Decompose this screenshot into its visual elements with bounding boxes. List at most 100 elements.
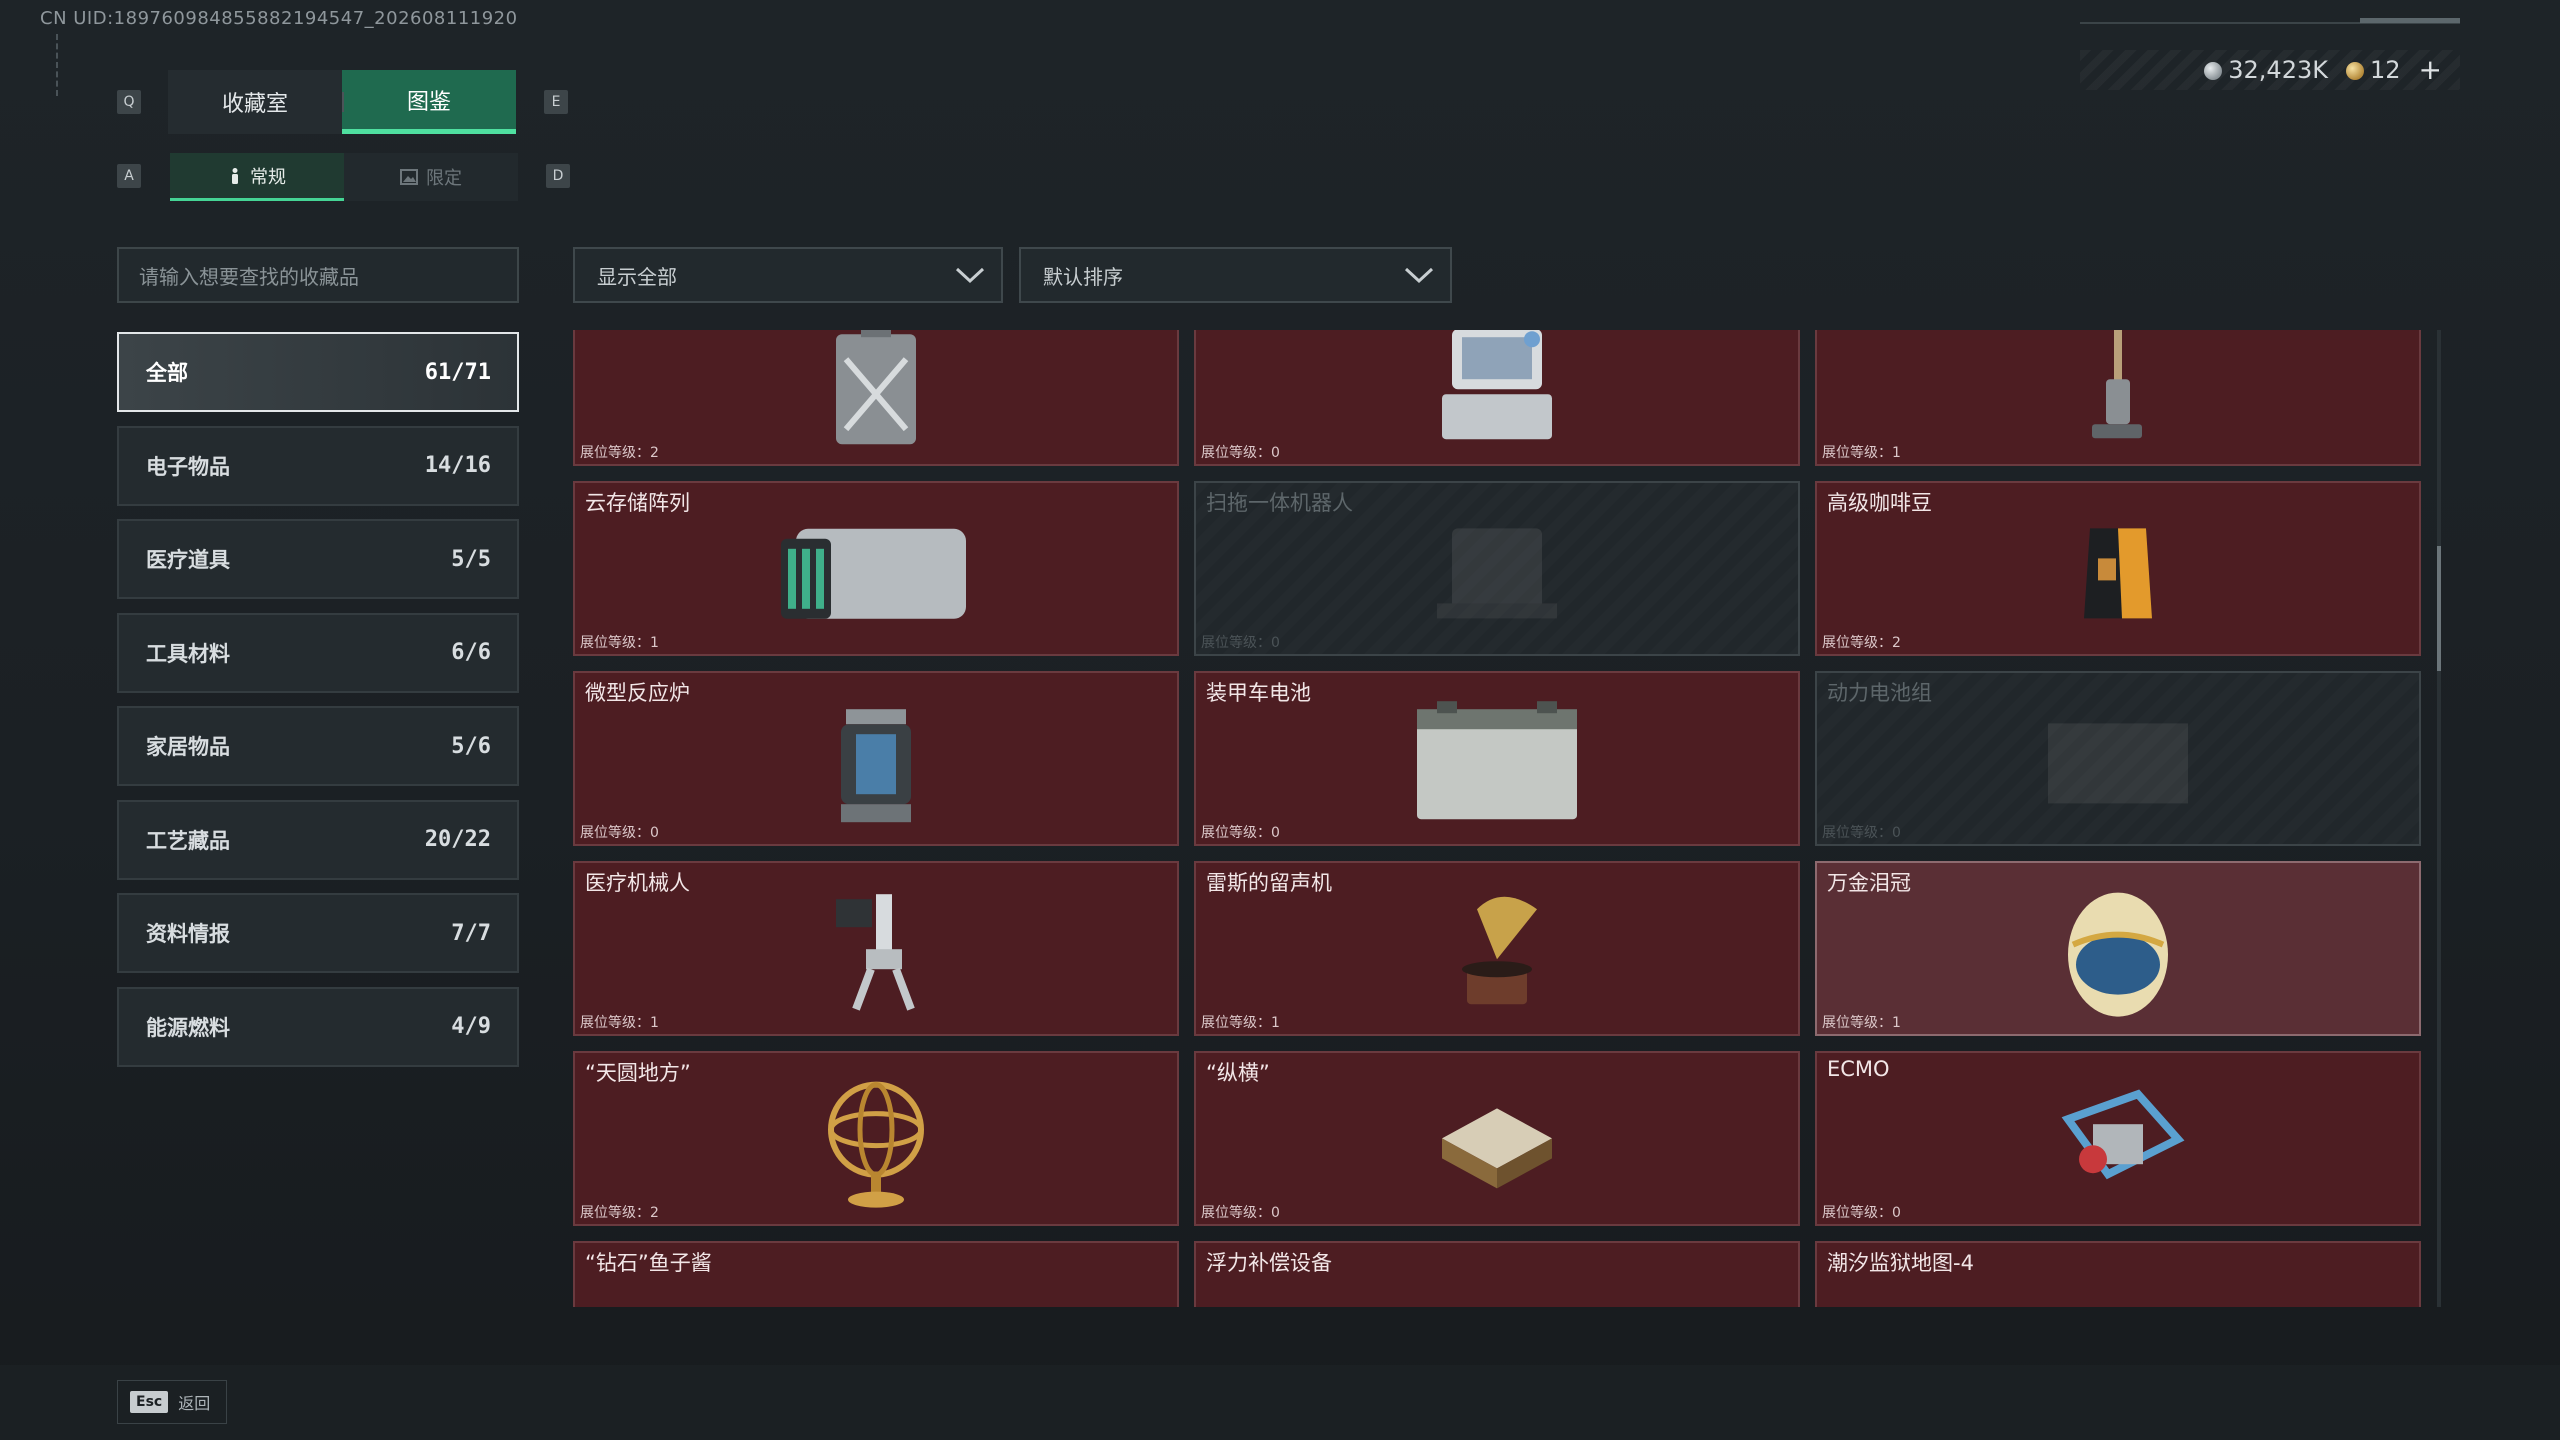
tab-label: 收藏室 [221,92,288,117]
subtab-limited[interactable]: 限定 [344,153,518,201]
collectible-card[interactable]: 展位等级：2 [573,330,1179,466]
collectible-card[interactable]: 医疗机械人 展位等级：1 [573,861,1179,1036]
esc-key: Esc [130,1391,169,1413]
filter-value: 显示全部 [597,264,677,289]
gold-amount: 12 [2369,56,2401,84]
collectible-card[interactable]: 高级咖啡豆 展位等级：2 [1815,481,2421,656]
item-level: 展位等级：0 [1201,635,1280,651]
sort-value: 默认排序 [1043,264,1123,289]
collectible-card[interactable]: 雷斯的留声机 展位等级：1 [1194,861,1800,1036]
category-tools[interactable]: 工具材料 6/6 [117,612,519,693]
category-count: 7/7 [451,920,491,946]
back-label: 返回 [178,1394,211,1413]
category-energy[interactable]: 能源燃料 4/9 [117,986,519,1067]
collectible-card[interactable]: “钻石”鱼子酱 [573,1241,1179,1307]
category-label: 电子物品 [146,454,230,479]
collectible-card[interactable]: 展位等级：1 [1815,330,2421,466]
next-tab-key[interactable]: E [544,90,568,114]
prev-subtab-key[interactable]: A [117,164,141,188]
add-currency-button[interactable]: + [2419,56,2442,84]
figure-icon [232,167,238,184]
category-list: 全部 61/71 电子物品 14/16 医疗道具 5/5 工具材料 6/6 家居物品 5/… [117,332,519,1080]
collectible-card[interactable]: 万金泪冠 展位等级：1 [1815,861,2421,1036]
item-level: 展位等级：0 [1201,1205,1280,1221]
search-placeholder: 请输入想要查找的收藏品 [139,264,359,289]
collectible-card[interactable]: 装甲车电池 展位等级：0 [1194,671,1800,846]
item-level: 展位等级：0 [1201,825,1280,841]
collectible-card-locked[interactable]: 动力电池组 展位等级：0 [1815,671,2421,846]
category-count: 5/5 [451,546,491,572]
category-all[interactable]: 全部 61/71 [117,332,519,412]
search-input[interactable]: 请输入想要查找的收藏品 [117,247,519,303]
tab-catalog[interactable]: 图鉴 [342,70,516,134]
collectible-card[interactable]: 云存储阵列 展位等级：1 [573,481,1179,656]
collectible-card[interactable]: 展位等级：0 [1194,330,1800,466]
collectible-card[interactable]: 浮力补偿设备 [1194,1241,1800,1307]
mop-robot-icon [1437,527,1557,618]
category-label: 工具材料 [146,641,230,666]
item-level: 展位等级：2 [1822,635,1901,651]
sort-dropdown[interactable]: 默认排序 [1019,247,1452,303]
item-name: 微型反应炉 [585,681,690,705]
category-electronics[interactable]: 电子物品 14/16 [117,425,519,506]
collectible-card[interactable]: “天圆地方” 展位等级：2 [573,1051,1179,1226]
item-level: 展位等级：0 [1822,1205,1901,1221]
chessboard-icon [1442,1107,1552,1188]
item-name: 动力电池组 [1827,681,1932,705]
item-level: 展位等级：1 [1822,445,1901,461]
category-label: 资料情报 [146,922,230,946]
scrollbar-track[interactable] [2437,330,2441,1307]
category-count: 61/71 [424,359,491,385]
collectibles-grid: 展位等级：2 展位等级：0 展位等级：1 云存储阵列 展位等级：1 扫拖一体机器… [573,330,2425,1307]
collectible-card[interactable]: ECMO 展位等级：0 [1815,1051,2421,1226]
battery-pack-icon [2048,722,2188,803]
category-crafts[interactable]: 工艺藏品 20/22 [117,799,519,880]
silver-amount: 32,423K [2228,56,2328,84]
collectible-card[interactable]: “纵横” 展位等级：0 [1194,1051,1800,1226]
collectible-card[interactable]: 微型反应炉 展位等级：0 [573,671,1179,846]
item-level: 展位等级：1 [1822,1015,1901,1031]
scrollbar-thumb[interactable] [2437,546,2441,671]
jeweled-egg-icon [2068,892,2168,1017]
prev-tab-key[interactable]: Q [117,90,141,114]
picture-icon [400,169,418,185]
vacuum-cleaner-icon [2092,330,2142,438]
item-name: 潮汐监狱地图-4 [1827,1251,1974,1275]
chevron-down-icon [1404,267,1434,284]
ecmo-icon [2061,1089,2185,1179]
tab-separator [342,92,344,112]
category-household[interactable]: 家居物品 5/6 [117,706,519,786]
category-medical[interactable]: 医疗道具 5/5 [117,519,519,599]
item-name: 云存储阵列 [585,491,690,515]
category-intel[interactable]: 资料情报 7/7 [117,893,519,973]
coffee-bag-icon [2084,527,2152,618]
item-name: “钻石”鱼子酱 [585,1251,712,1275]
subtab-regular[interactable]: 常规 [170,153,344,201]
category-label: 工艺藏品 [146,828,230,853]
category-label: 医疗道具 [146,548,230,572]
item-name: 浮力补偿设备 [1206,1251,1332,1275]
tab-collection-room[interactable]: 收藏室 [168,70,342,134]
item-name: 万金泪冠 [1827,871,1911,895]
category-count: 5/6 [451,733,491,759]
item-name: “纵横” [1206,1061,1270,1085]
item-level: 展位等级：0 [1822,825,1901,841]
item-level: 展位等级：1 [580,1015,659,1031]
chevron-down-icon [955,267,985,284]
gold-coin-icon [2345,62,2364,80]
next-subtab-key[interactable]: D [546,164,570,188]
collectible-card[interactable]: 潮汐监狱地图-4 [1815,1241,2421,1307]
back-button[interactable]: Esc 返回 [117,1380,227,1424]
collectible-card-locked[interactable]: 扫拖一体机器人 展位等级：0 [1194,481,1800,656]
category-label: 全部 [146,361,188,385]
category-count: 20/22 [424,827,491,852]
category-count: 14/16 [424,453,491,478]
item-level: 展位等级：1 [1201,1015,1280,1031]
filter-dropdown[interactable]: 显示全部 [573,247,1003,303]
item-name: 扫拖一体机器人 [1206,491,1353,515]
sub-tabs: 常规 限定 [170,153,518,201]
item-name: 医疗机械人 [585,871,690,895]
item-level: 展位等级：0 [580,825,659,841]
armillary-sphere-icon [828,1081,924,1208]
item-level: 展位等级：1 [580,635,659,651]
